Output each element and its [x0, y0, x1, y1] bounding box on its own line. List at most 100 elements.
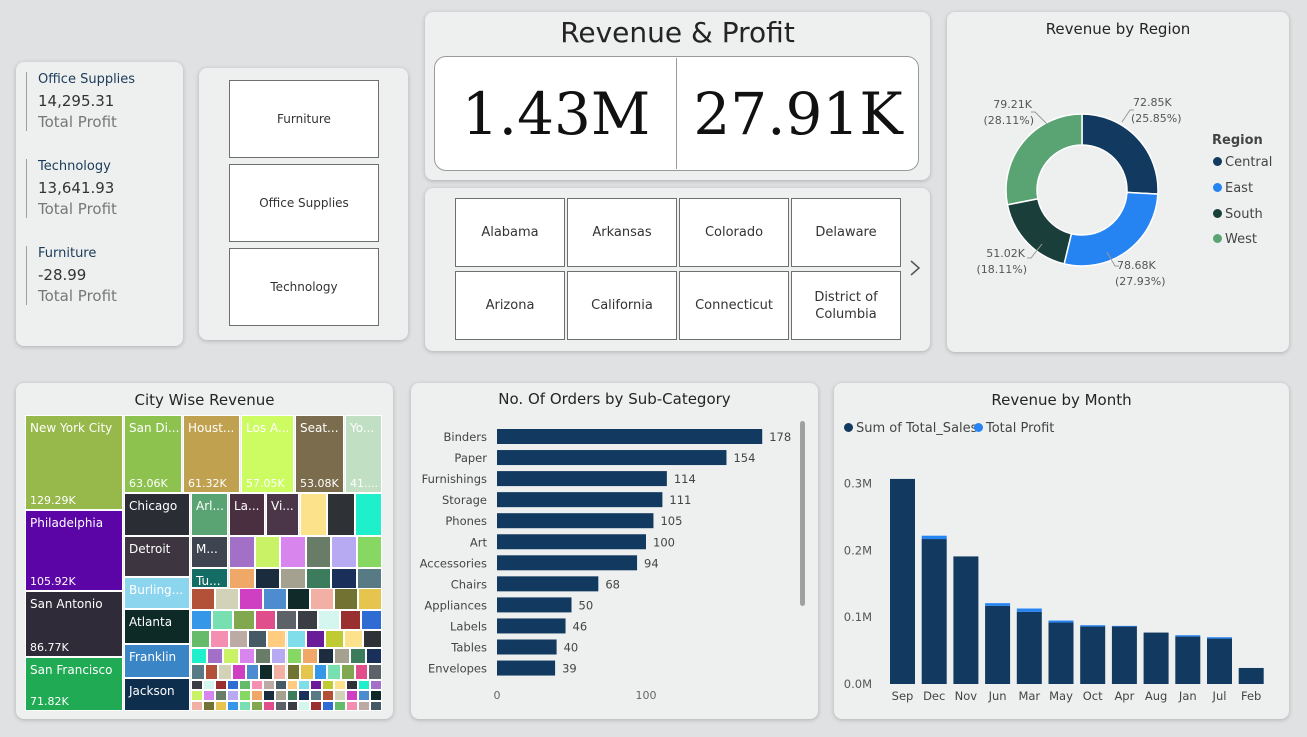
state-button[interactable]: Alabama: [455, 198, 565, 267]
month-profit-bar[interactable]: [921, 535, 947, 540]
month-sales-bar[interactable]: [921, 539, 947, 684]
treemap-tile[interactable]: [298, 700, 311, 711]
month-sales-bar[interactable]: [1143, 632, 1169, 684]
treemap-tile[interactable]: [231, 664, 246, 680]
treemap-tile[interactable]: M...: [191, 536, 228, 568]
treemap-tile[interactable]: [286, 664, 301, 680]
treemap-tile[interactable]: [300, 493, 328, 536]
treemap-tile[interactable]: Philadelphia 105.92K: [25, 510, 123, 591]
orders-scrollbar[interactable]: [800, 421, 805, 606]
treemap-tile[interactable]: New York City 129.29K: [25, 415, 123, 510]
donut-slice-east[interactable]: [1063, 191, 1159, 267]
treemap-tile[interactable]: [334, 648, 351, 664]
orders-bar[interactable]: [497, 639, 557, 655]
treemap-tile[interactable]: [358, 680, 371, 691]
treemap-tile[interactable]: [286, 680, 299, 691]
month-profit-bar[interactable]: [1048, 620, 1074, 623]
treemap-tile[interactable]: [214, 588, 239, 610]
treemap-tile[interactable]: [212, 610, 234, 630]
legend-item-east[interactable]: East: [1213, 181, 1253, 196]
treemap-tile[interactable]: [305, 630, 325, 648]
treemap-tile[interactable]: [354, 493, 382, 536]
month-sales-bar[interactable]: [953, 556, 979, 684]
treemap-tile[interactable]: [324, 630, 344, 648]
treemap-tile[interactable]: [254, 610, 276, 630]
state-button[interactable]: California: [567, 271, 677, 340]
treemap-tile[interactable]: [354, 664, 369, 680]
treemap-tile[interactable]: Chicago: [124, 493, 190, 536]
treemap-tile[interactable]: [191, 700, 203, 711]
treemap-tile[interactable]: [206, 648, 223, 664]
treemap-tile[interactable]: [274, 700, 287, 711]
orders-bar[interactable]: [497, 597, 572, 613]
donut-slice-central[interactable]: [1081, 113, 1159, 195]
treemap-tile[interactable]: [275, 610, 298, 630]
state-button[interactable]: District of Columbia: [791, 271, 901, 340]
treemap-tile[interactable]: [368, 664, 382, 680]
legend-item-west[interactable]: West: [1213, 232, 1257, 247]
treemap-tile[interactable]: [302, 648, 319, 664]
month-sales-bar[interactable]: [985, 605, 1011, 684]
orders-bar[interactable]: [497, 534, 646, 550]
treemap-tile[interactable]: [346, 700, 359, 711]
orders-bar[interactable]: [497, 513, 654, 529]
orders-bar[interactable]: [497, 618, 566, 634]
treemap-tile[interactable]: [360, 610, 382, 630]
treemap-tile[interactable]: [322, 700, 335, 711]
treemap-tile[interactable]: [262, 588, 287, 610]
treemap-tile[interactable]: [358, 588, 382, 610]
treemap-tile[interactable]: [346, 680, 359, 691]
treemap-tile[interactable]: Franklin: [124, 644, 190, 678]
treemap-tile[interactable]: Houst... 61.32K: [183, 415, 240, 493]
treemap-tile[interactable]: La...: [229, 493, 265, 536]
treemap-tile[interactable]: [322, 680, 335, 691]
treemap-tile[interactable]: [334, 588, 359, 610]
treemap-tile[interactable]: [298, 680, 311, 691]
treemap-tile[interactable]: [191, 664, 205, 680]
month-profit-bar[interactable]: [985, 603, 1011, 606]
treemap-tile[interactable]: [218, 664, 232, 680]
treemap-tile[interactable]: [214, 690, 227, 701]
orders-bar[interactable]: [497, 555, 638, 571]
treemap-tile[interactable]: [191, 648, 207, 664]
treemap-tile[interactable]: [250, 700, 263, 711]
treemap-tile[interactable]: [229, 536, 255, 568]
treemap-tile[interactable]: [270, 648, 287, 664]
treemap-tile[interactable]: [191, 680, 203, 691]
month-sales-bar[interactable]: [1238, 667, 1264, 684]
treemap-tile[interactable]: [322, 690, 335, 701]
treemap-tile[interactable]: Atlanta: [124, 609, 190, 644]
treemap-tile[interactable]: [262, 700, 275, 711]
treemap-tile[interactable]: [254, 536, 280, 568]
treemap-tile[interactable]: Arl...: [191, 493, 228, 536]
month-sales-bar[interactable]: [1048, 622, 1074, 684]
treemap-tile[interactable]: [214, 700, 227, 711]
state-button[interactable]: Colorado: [679, 198, 789, 267]
legend-item-south[interactable]: South: [1213, 207, 1263, 222]
treemap-tile[interactable]: [310, 680, 323, 691]
treemap-tile[interactable]: [297, 610, 319, 630]
treemap-tile[interactable]: San Antonio 86.77K: [25, 591, 123, 657]
treemap-tile[interactable]: San Francisco 71.82K: [25, 657, 123, 711]
treemap-tile[interactable]: [318, 610, 340, 630]
month-sales-bar[interactable]: [1080, 626, 1106, 684]
state-button[interactable]: Arkansas: [567, 198, 677, 267]
treemap-tile[interactable]: [202, 690, 215, 701]
treemap-tile[interactable]: [358, 690, 371, 701]
treemap-tile[interactable]: [343, 630, 363, 648]
treemap-tile[interactable]: [334, 700, 347, 711]
month-sales-bar[interactable]: [890, 478, 915, 684]
month-sales-bar[interactable]: [1111, 626, 1137, 684]
state-button[interactable]: Arizona: [455, 271, 565, 340]
orders-bar[interactable]: [497, 429, 763, 444]
month-sales-bar[interactable]: [1016, 611, 1042, 684]
treemap-tile[interactable]: [370, 690, 382, 701]
treemap-tile[interactable]: Jackson: [124, 678, 190, 711]
treemap-tile[interactable]: [362, 630, 382, 648]
orders-bar[interactable]: [497, 660, 556, 676]
treemap-tile[interactable]: Vi...: [266, 493, 299, 536]
treemap-tile[interactable]: Burling...: [124, 577, 190, 609]
treemap-tile[interactable]: [238, 700, 251, 711]
treemap-tile[interactable]: [250, 680, 263, 691]
legend-item-central[interactable]: Central: [1213, 155, 1272, 170]
